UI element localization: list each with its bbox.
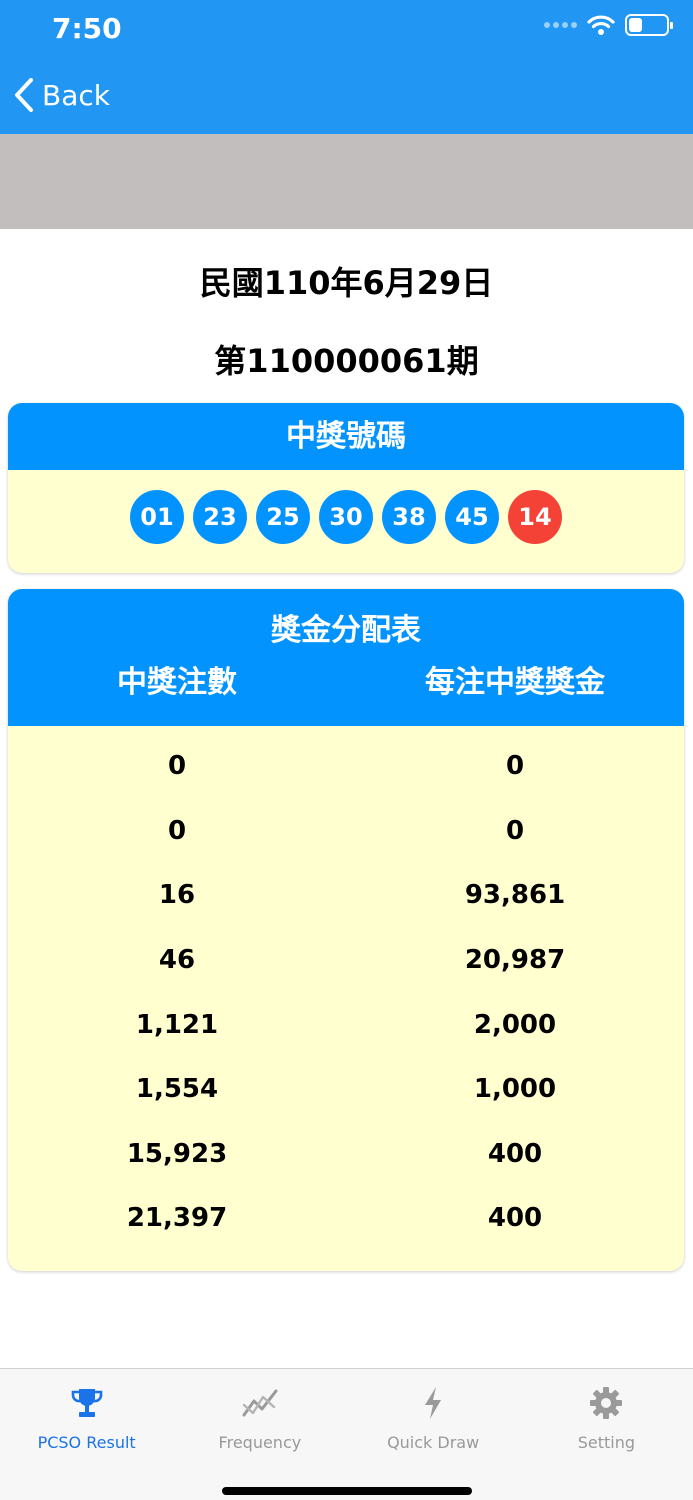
special-number-ball: 14 [508, 490, 562, 544]
back-label: Back [42, 78, 110, 112]
draw-number: 第110000061期 [214, 342, 479, 380]
table-row: 00 [8, 799, 684, 864]
number-ball: 23 [193, 490, 247, 544]
number-balls: 01 23 25 30 38 45 14 [8, 490, 684, 544]
top-bar: 7:50 Back [0, 0, 693, 134]
winners-cell: 1,121 [135, 1009, 219, 1040]
winning-numbers-title: 中獎號碼 [8, 403, 684, 470]
prize-table-header: 獎金分配表 中獎注數 每注中獎獎金 [8, 589, 684, 726]
winning-numbers-card: 中獎號碼 01 23 25 30 38 45 14 [8, 403, 684, 573]
prize-table-columns: 中獎注數 每注中獎獎金 [8, 657, 684, 701]
chart-line-icon [242, 1389, 278, 1417]
number-ball: 38 [382, 490, 436, 544]
tab-bar: PCSO Result Frequency Quick Draw Setting [0, 1368, 693, 1500]
winners-cell: 15,923 [126, 1138, 228, 1169]
amount-cell: 20,987 [464, 945, 566, 976]
column-header-winners: 中獎注數 [117, 665, 237, 700]
winners-cell: 0 [167, 751, 187, 782]
table-row: 00 [8, 734, 684, 799]
back-button[interactable]: Back [14, 78, 110, 112]
number-ball: 01 [130, 490, 184, 544]
winners-cell: 16 [158, 880, 196, 911]
tab-label: Frequency [218, 1433, 302, 1452]
table-row: 1,121 2,000 [8, 992, 684, 1057]
tab-label: PCSO Result [37, 1433, 136, 1452]
ad-banner [0, 134, 693, 229]
wifi-icon [587, 15, 615, 35]
table-row: 15,923 400 [8, 1122, 684, 1187]
prize-table-title: 獎金分配表 [271, 613, 421, 648]
draw-date: 民國110年6月29日 [199, 264, 494, 302]
tab-frequency[interactable]: Frequency [173, 1369, 346, 1500]
number-ball: 45 [445, 490, 499, 544]
tab-label: Setting [577, 1433, 636, 1452]
status-icons [544, 14, 673, 36]
amount-cell: 0 [505, 815, 525, 846]
amount-cell: 93,861 [464, 880, 566, 911]
status-time: 7:50 [52, 12, 122, 45]
prize-table-card: 獎金分配表 中獎注數 每注中獎獎金 00 00 16 93,861 46 20,98… [8, 589, 684, 1271]
tab-quick-draw[interactable]: Quick Draw [347, 1369, 520, 1500]
amount-cell: 0 [505, 751, 525, 782]
tab-setting[interactable]: Setting [520, 1369, 693, 1500]
winners-cell: 46 [158, 945, 196, 976]
amount-cell: 1,000 [473, 1074, 557, 1105]
bolt-icon [425, 1387, 442, 1419]
chevron-left-icon [15, 78, 33, 112]
number-ball: 30 [319, 490, 373, 544]
table-row: 21,397 400 [8, 1186, 684, 1251]
column-header-amount: 每注中獎獎金 [425, 665, 605, 700]
trophy-icon [71, 1389, 102, 1417]
number-ball: 25 [256, 490, 310, 544]
tab-pcso-result[interactable]: PCSO Result [0, 1369, 173, 1500]
tab-label: Quick Draw [387, 1433, 480, 1452]
cellular-signal-icon [544, 22, 577, 28]
gear-icon [590, 1387, 623, 1419]
winners-cell: 0 [167, 815, 187, 846]
table-row: 46 20,987 [8, 928, 684, 993]
battery-icon [625, 14, 673, 36]
amount-cell: 400 [487, 1203, 543, 1234]
table-row: 1,554 1,000 [8, 1057, 684, 1122]
home-indicator[interactable] [222, 1487, 472, 1495]
winners-cell: 21,397 [126, 1203, 228, 1234]
prize-table-body: 00 00 16 93,861 46 20,987 1,121 2,000 1,554… [8, 726, 684, 1251]
battery-level [629, 18, 642, 32]
winners-cell: 1,554 [135, 1074, 219, 1105]
amount-cell: 2,000 [473, 1009, 557, 1040]
table-row: 16 93,861 [8, 863, 684, 928]
amount-cell: 400 [487, 1138, 543, 1169]
